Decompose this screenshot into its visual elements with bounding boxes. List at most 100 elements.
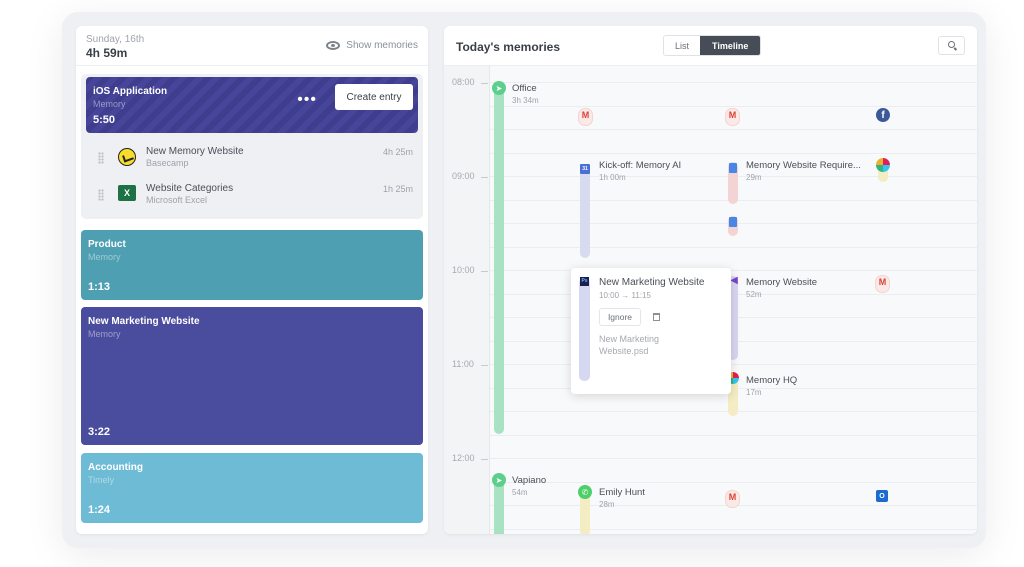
memory-card-accounting[interactable]: Accounting Timely 1:24	[81, 453, 423, 523]
eye-icon	[326, 41, 341, 50]
hour-tick	[481, 83, 488, 84]
memory-card-product[interactable]: Product Memory 1:13	[81, 230, 423, 300]
gmail-icon[interactable]: M	[579, 109, 592, 125]
event-title: Memory HQ	[746, 375, 798, 386]
search-button[interactable]	[938, 36, 965, 55]
event-popover: Ps New Marketing Website 10:00 → 11:15 I…	[571, 268, 731, 394]
google-docs-icon	[729, 163, 737, 173]
list-item[interactable]: New Memory Website Basecamp 4h 25m	[86, 144, 423, 176]
card-subtitle: Memory	[88, 329, 121, 339]
event-title: Kick-off: Memory AI	[599, 160, 682, 171]
todays-memories-panel: Today's memories List Timeline 08:00 09:…	[444, 26, 977, 534]
hour-tick	[481, 271, 488, 272]
time-gutter	[444, 66, 490, 534]
popover-title: New Marketing Website	[599, 277, 705, 288]
event-duration: 1h 00m	[599, 173, 626, 182]
event-duration: 29m	[746, 173, 762, 182]
event-title: Memory Website Require...	[746, 160, 861, 171]
entry-app: Microsoft Excel	[146, 195, 208, 205]
hour-tick	[481, 365, 488, 366]
popover-bar	[579, 278, 590, 381]
tab-timeline[interactable]: Timeline	[700, 36, 761, 55]
google-docs-icon	[729, 217, 737, 227]
gridline	[490, 482, 977, 483]
timeline-header: Today's memories List Timeline	[444, 26, 977, 66]
tab-list[interactable]: List	[664, 36, 701, 55]
entry-title: New Memory Website	[146, 146, 244, 157]
memory-card-ios-application[interactable]: iOS Application Memory 5:50 ••• Create e…	[86, 77, 418, 133]
event-title: Emily Hunt	[599, 487, 645, 498]
timeline[interactable]: 08:00 09:00 10:00 11:00 12:00 ➤ Office 3…	[444, 66, 977, 534]
event-title: Memory Website	[746, 277, 818, 288]
popover-file-name: New Marketing Website.psd	[599, 334, 660, 356]
card-title: Accounting	[88, 462, 143, 473]
entry-app: Basecamp	[146, 158, 189, 168]
hour-tick	[481, 177, 488, 178]
search-icon	[948, 41, 955, 48]
show-memories-label: Show memories	[346, 40, 418, 51]
event-duration: 17m	[746, 388, 762, 397]
hour-label: 08:00	[452, 77, 475, 87]
card-time: 5:50	[93, 114, 116, 126]
ignore-button[interactable]: Ignore	[599, 308, 641, 326]
day-date: Sunday, 16th	[86, 34, 145, 45]
hour-label: 09:00	[452, 171, 475, 181]
event-duration: 28m	[599, 500, 615, 509]
view-toggle: List Timeline	[663, 35, 762, 56]
photoshop-icon: Ps	[580, 277, 589, 286]
gridline	[490, 129, 977, 130]
event-duration: 52m	[746, 290, 762, 299]
drag-handle-icon[interactable]	[98, 152, 104, 164]
card-time: 1:13	[88, 281, 111, 293]
calendar-icon: 31	[580, 164, 590, 174]
popover-time-range: 10:00 → 11:15	[599, 291, 651, 300]
gmail-icon[interactable]: M	[726, 491, 739, 507]
hour-label: 12:00	[452, 453, 475, 463]
card-subtitle: Memory	[93, 99, 126, 109]
card-title: iOS Application	[93, 86, 168, 97]
gridline	[490, 270, 977, 271]
panel-title: Today's memories	[456, 40, 561, 54]
gridline	[490, 82, 977, 83]
card-subtitle: Memory	[88, 252, 121, 262]
entry-title: Website Categories	[146, 183, 234, 194]
trash-icon[interactable]	[653, 313, 660, 321]
more-options-icon[interactable]: •••	[297, 92, 317, 108]
memory-card-new-marketing-website[interactable]: New Marketing Website Memory 3:22	[81, 307, 423, 445]
drag-handle-icon[interactable]	[98, 189, 104, 201]
create-entry-button[interactable]: Create entry	[335, 84, 413, 110]
event-duration: 3h 34m	[512, 96, 539, 105]
hour-label: 11:00	[452, 359, 474, 369]
facebook-icon[interactable]: f	[876, 108, 890, 122]
hour-label: 10:00	[452, 265, 475, 275]
event-duration: 54m	[512, 488, 528, 497]
location-icon: ➤	[492, 81, 506, 95]
hour-tick	[481, 459, 488, 460]
gridline	[490, 364, 977, 365]
excel-icon: X	[118, 185, 136, 201]
list-item[interactable]: X Website Categories Microsoft Excel 1h …	[86, 181, 423, 213]
card-title: New Marketing Website	[88, 316, 200, 327]
gmail-icon[interactable]: M	[876, 276, 889, 292]
gridline	[490, 458, 977, 459]
event-title: Vapiano	[512, 475, 547, 486]
day-summary-panel: Sunday, 16th 4h 59m Show memories iOS Ap…	[76, 26, 428, 534]
outlook-icon[interactable]: O	[876, 490, 888, 502]
gridline	[490, 247, 977, 248]
show-memories-button[interactable]: Show memories	[326, 40, 418, 51]
gmail-icon[interactable]: M	[726, 109, 739, 125]
card-time: 3:22	[88, 426, 111, 438]
gridline	[490, 435, 977, 436]
event-title: Office	[512, 83, 537, 94]
slack-icon	[876, 158, 890, 172]
event-bar-kickoff[interactable]	[580, 166, 590, 258]
event-bar-office[interactable]	[494, 82, 504, 434]
gridline	[490, 106, 977, 107]
gridline	[490, 153, 977, 154]
basecamp-icon	[118, 148, 136, 166]
day-total: 4h 59m	[86, 46, 128, 60]
card-time: 1:24	[88, 504, 111, 516]
entry-duration: 1h 25m	[382, 184, 413, 194]
day-header: Sunday, 16th 4h 59m Show memories	[76, 26, 428, 66]
card-subtitle: Timely	[88, 475, 115, 485]
